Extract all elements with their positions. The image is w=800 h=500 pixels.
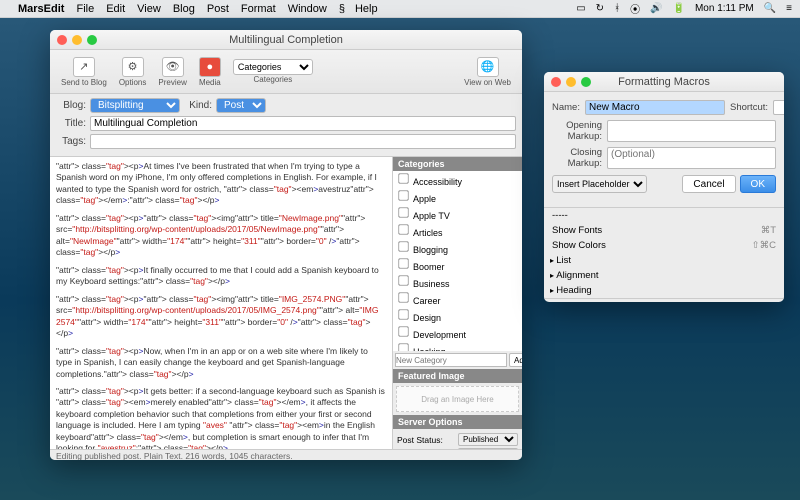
options-button[interactable]: ⚙Options (114, 55, 152, 89)
author-select[interactable]: Daniel Jalkut (458, 448, 518, 449)
macro-group[interactable]: Heading (544, 283, 784, 298)
macro-list-item[interactable]: Show Colors⇧⌘C (544, 238, 784, 253)
featured-image-header: Featured Image (393, 369, 522, 383)
menu-window[interactable]: Window (288, 3, 327, 15)
editor-window: Multilingual Completion ↗Send to Blog ⚙O… (50, 30, 522, 460)
title-label: Title: (56, 118, 86, 129)
macro-shortcut-label: Shortcut: (730, 102, 768, 113)
add-category-button[interactable]: Add (509, 353, 522, 367)
status-bar: Editing published post. Plain Text. 216 … (50, 449, 522, 460)
sync-icon[interactable]: ↻ (596, 3, 604, 14)
editor-toolbar: ↗Send to Blog ⚙Options 👁Preview ●Media C… (50, 50, 522, 94)
send-to-blog-button[interactable]: ↗Send to Blog (56, 55, 112, 89)
category-item[interactable]: Design (393, 307, 522, 324)
macro-list-item[interactable]: ----- (544, 208, 784, 223)
clock[interactable]: Mon 1:11 PM (695, 3, 754, 14)
kind-label: Kind: (184, 100, 212, 111)
app-menu[interactable]: MarsEdit (18, 3, 64, 15)
category-item[interactable]: Development (393, 324, 522, 341)
bluetooth-icon[interactable]: ᚼ (614, 3, 620, 14)
menu-edit[interactable]: Edit (106, 3, 125, 15)
blog-label: Blog: (56, 100, 86, 111)
categories-list[interactable]: AccessibilityAppleApple TVArticlesBloggi… (393, 171, 522, 351)
volume-icon[interactable]: 🔊 (650, 3, 662, 14)
menu-blog[interactable]: Blog (173, 3, 195, 15)
category-item[interactable]: Hacking (393, 341, 522, 351)
notifications-icon[interactable]: ≡ (786, 3, 792, 14)
battery-icon[interactable]: 🔋 (673, 3, 685, 14)
categories-header: Categories (393, 157, 522, 171)
opening-markup-input[interactable] (607, 120, 776, 142)
category-item[interactable]: Apple TV (393, 205, 522, 222)
editor-sidebar: Categories AccessibilityAppleApple TVArt… (392, 157, 522, 449)
script-menu-icon[interactable]: § (339, 3, 345, 15)
tags-input[interactable] (90, 134, 516, 149)
category-item[interactable]: Career (393, 290, 522, 307)
category-item[interactable]: Apple (393, 188, 522, 205)
window-title: Multilingual Completion (50, 34, 522, 46)
cancel-button[interactable]: Cancel (682, 175, 735, 193)
category-item[interactable]: Business (393, 273, 522, 290)
macro-window: Formatting Macros Name: Shortcut: Openin… (544, 72, 784, 302)
airplay-icon[interactable]: ▭ (576, 3, 585, 14)
post-status-select[interactable]: Published (458, 433, 518, 446)
closing-markup-input[interactable] (607, 147, 776, 169)
opening-markup-label: Opening Markup: (552, 120, 602, 142)
kind-select[interactable]: Post (216, 98, 266, 113)
menu-file[interactable]: File (76, 3, 94, 15)
macro-group[interactable]: List (544, 253, 784, 268)
category-item[interactable]: Accessibility (393, 171, 522, 188)
category-item[interactable]: Articles (393, 222, 522, 239)
macro-shortcut-input[interactable] (773, 100, 784, 115)
new-category-input[interactable] (395, 353, 507, 367)
insert-placeholder-select[interactable]: Insert Placeholder (552, 175, 647, 193)
macro-list[interactable]: ----- Show Fonts⌘T Show Colors⇧⌘C List A… (544, 207, 784, 298)
tags-label: Tags: (56, 136, 86, 147)
macro-titlebar[interactable]: Formatting Macros (544, 72, 784, 92)
blog-select[interactable]: Bitsplitting (90, 98, 180, 113)
ok-button[interactable]: OK (740, 175, 776, 193)
macro-window-title: Formatting Macros (544, 76, 784, 88)
featured-image-dropzone[interactable]: Drag an Image Here (396, 386, 519, 412)
menu-view[interactable]: View (137, 3, 161, 15)
category-item[interactable]: Boomer (393, 256, 522, 273)
server-options-header: Server Options (393, 415, 522, 429)
post-fields: Blog: Bitsplitting Kind: Post Title: Tag… (50, 94, 522, 157)
editor-titlebar[interactable]: Multilingual Completion (50, 30, 522, 50)
media-button[interactable]: ●Media (194, 55, 226, 89)
view-on-web-button[interactable]: 🌐View on Web (459, 55, 516, 89)
menu-help[interactable]: Help (355, 3, 378, 15)
macro-group[interactable]: Alignment (544, 268, 784, 283)
system-menubar: MarsEdit File Edit View Blog Post Format… (0, 0, 800, 18)
categories-dropdown[interactable]: CategoriesCategories (228, 57, 318, 86)
menu-post[interactable]: Post (207, 3, 229, 15)
menu-format[interactable]: Format (241, 3, 276, 15)
preview-button[interactable]: 👁Preview (153, 55, 191, 89)
post-status-label: Post Status: (397, 435, 443, 445)
macro-name-label: Name: (552, 102, 580, 113)
macro-list-item[interactable]: Show Fonts⌘T (544, 223, 784, 238)
closing-markup-label: Closing Markup: (552, 147, 602, 169)
macro-name-input[interactable] (585, 100, 725, 115)
title-input[interactable] (90, 116, 516, 131)
wifi-icon[interactable]: ⦿ (630, 1, 640, 16)
spotlight-icon[interactable]: 🔍 (764, 3, 776, 14)
content-editor[interactable]: "attr"> class="tag"><p>At times I've bee… (50, 157, 392, 449)
category-item[interactable]: Blogging (393, 239, 522, 256)
